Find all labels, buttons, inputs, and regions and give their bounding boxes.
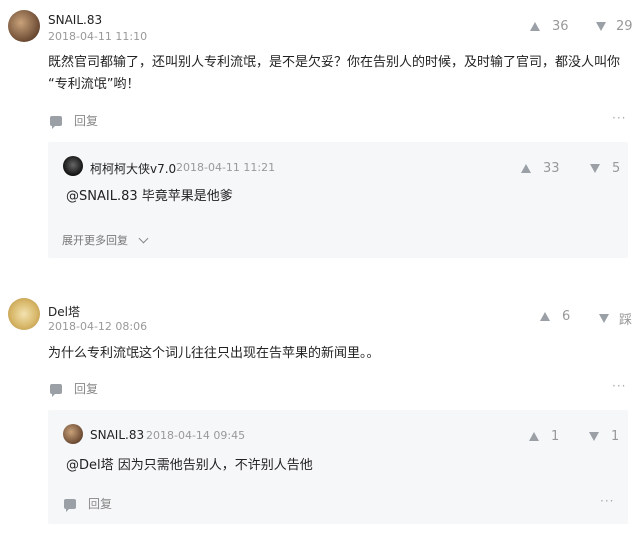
- reply-icon: [50, 383, 62, 397]
- reply-timestamp: 2018-04-14 09:45: [146, 429, 246, 442]
- comment-text-line: 既然官司都输了，还叫别人专利流氓，是不是欠妥？你在告别人的时候，及时输了官司，都…: [48, 55, 621, 70]
- expand-replies-label: 展开更多回复: [62, 234, 128, 247]
- reply-text: @Del塔 因为只需他告别人，不许别人告他: [66, 458, 313, 473]
- more-options-button[interactable]: ···: [612, 111, 626, 125]
- reply-text: @SNAIL.83 毕竟苹果是他爹: [66, 189, 233, 204]
- avatar[interactable]: [8, 298, 40, 330]
- downvote-icon: [590, 164, 600, 173]
- downvote-button[interactable]: 29: [596, 19, 633, 34]
- reply-username[interactable]: 柯柯柯大侠v7.0: [90, 160, 176, 177]
- reply-username[interactable]: SNAIL.83: [90, 428, 144, 442]
- reply-label: 回复: [88, 497, 113, 511]
- upvote-button[interactable]: 33: [521, 161, 560, 176]
- upvote-button[interactable]: 6: [540, 309, 570, 324]
- upvote-count: 6: [562, 309, 571, 324]
- avatar[interactable]: [63, 156, 83, 176]
- upvote-icon: [521, 164, 531, 173]
- reply-button[interactable]: 回复: [50, 112, 98, 129]
- upvote-button[interactable]: 36: [530, 19, 569, 34]
- comment-username[interactable]: SNAIL.83: [48, 13, 102, 27]
- upvote-count: 33: [543, 161, 560, 176]
- downvote-label: 踩: [619, 313, 633, 328]
- expand-replies-button[interactable]: 展开更多回复: [62, 232, 149, 248]
- comment-username[interactable]: Del塔: [48, 303, 80, 320]
- downvote-icon: [599, 314, 609, 323]
- comment-timestamp: 2018-04-12 08:06: [48, 320, 148, 333]
- reply-icon: [50, 115, 62, 129]
- reply-button[interactable]: 回复: [50, 380, 98, 397]
- upvote-button[interactable]: 1: [529, 429, 559, 444]
- chevron-down-icon: [138, 233, 149, 243]
- upvote-icon: [540, 312, 550, 321]
- more-options-button[interactable]: ···: [612, 379, 626, 393]
- upvote-icon: [529, 432, 539, 441]
- comment-text: 为什么专利流氓这个词儿往往只出现在告苹果的新闻里。。: [48, 346, 380, 361]
- downvote-button[interactable]: 踩: [599, 309, 632, 328]
- downvote-icon: [589, 432, 599, 441]
- downvote-icon: [596, 22, 606, 31]
- upvote-count: 1: [551, 429, 560, 444]
- comment-text: 既然官司都输了，还叫别人专利流氓，是不是欠妥？你在告别人的时候，及时输了官司，都…: [48, 52, 628, 96]
- reply-label: 回复: [74, 114, 99, 128]
- reply-icon: [64, 498, 76, 512]
- reply-button[interactable]: 回复: [64, 495, 112, 512]
- downvote-count: 29: [616, 19, 633, 34]
- comment-text-line: “专利流氓”哟！: [48, 77, 140, 92]
- upvote-icon: [530, 22, 540, 31]
- downvote-count: 5: [612, 161, 621, 176]
- reply-timestamp: 2018-04-11 11:21: [176, 161, 276, 174]
- downvote-count: 1: [611, 429, 620, 444]
- avatar[interactable]: [63, 424, 83, 444]
- downvote-button[interactable]: 1: [589, 429, 619, 444]
- comment-timestamp: 2018-04-11 11:10: [48, 30, 148, 43]
- avatar[interactable]: [8, 10, 40, 42]
- reply-label: 回复: [74, 382, 99, 396]
- upvote-count: 36: [552, 19, 569, 34]
- more-options-button[interactable]: ···: [600, 494, 614, 508]
- downvote-button[interactable]: 5: [590, 161, 620, 176]
